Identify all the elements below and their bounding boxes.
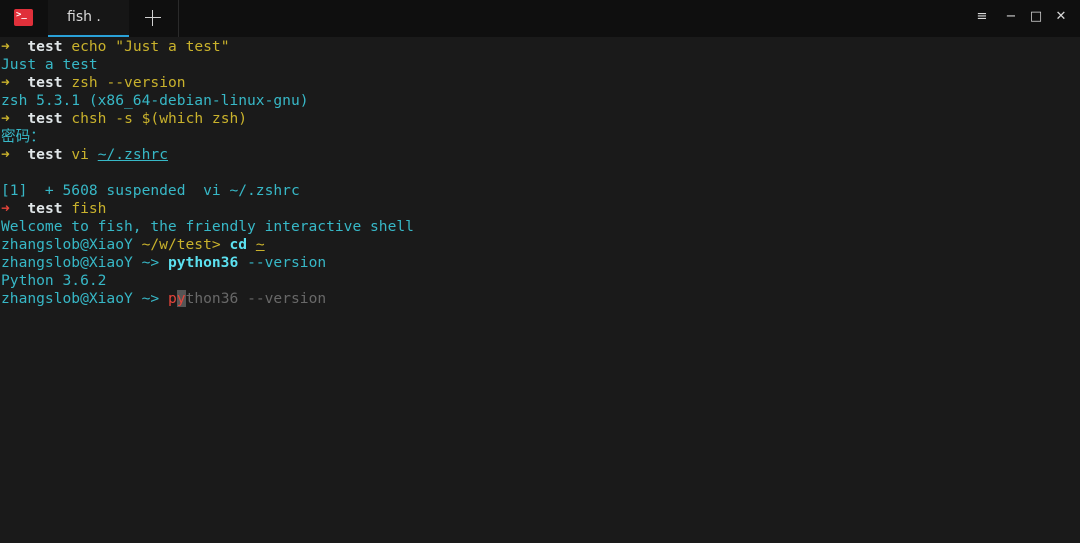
prompt-userhost: zhangslob@XiaoY <box>1 254 133 271</box>
command-args: -s $(which zsh) <box>115 110 248 127</box>
terminal-line-7: ➜ test vi ~/.zshrc <box>1 146 1080 164</box>
tab-fish[interactable]: fish . <box>48 0 129 37</box>
prompt-path: ~> <box>141 254 160 271</box>
prompt-userhost: zhangslob@XiaoY <box>1 290 133 307</box>
prompt-dir: test <box>27 74 63 91</box>
prompt-path: ~> <box>141 290 160 307</box>
typed-input: p <box>167 290 177 307</box>
terminal-line-2: Just a test <box>1 56 98 73</box>
command: chsh <box>71 110 107 127</box>
terminal-output[interactable]: ➜ test echo "Just a test" Just a test ➜ … <box>0 37 1080 543</box>
command: vi <box>71 146 89 163</box>
terminal-line-8 <box>1 164 1080 182</box>
terminal-line-13: zhangslob@XiaoY ~> python36 --version <box>1 254 1080 272</box>
terminal-line-12: zhangslob@XiaoY ~/w/test> cd ~ <box>1 236 1080 254</box>
terminal-line-6: 密码： <box>1 128 45 145</box>
command: fish <box>71 200 107 217</box>
minimize-icon[interactable]: − <box>1003 9 1019 25</box>
terminal-line-5: ➜ test chsh -s $(which zsh) <box>1 110 1080 128</box>
menu-icon[interactable]: ≡ <box>974 9 990 25</box>
terminal-line-14: Python 3.6.2 <box>1 272 107 289</box>
terminal-line-11: Welcome to fish, the friendly interactiv… <box>1 218 414 235</box>
command-path-arg: ~ <box>255 236 265 253</box>
terminal-line-4: zsh 5.3.1 (x86_64-debian-linux-gnu) <box>1 92 309 109</box>
tab-label: fish . <box>67 9 101 25</box>
prompt-dir: test <box>27 38 63 55</box>
prompt-arrow-icon: ➜ <box>1 74 10 91</box>
command: echo <box>71 38 107 55</box>
autosuggestion: thon36 --version <box>185 290 327 307</box>
terminal-icon[interactable]: >_ <box>14 9 33 26</box>
command: python36 <box>167 254 239 271</box>
tab-divider <box>178 0 179 37</box>
maximize-icon[interactable]: □ <box>1028 9 1044 25</box>
terminal-line-10: ➜ test fish <box>1 200 1080 218</box>
title-bar: >_ fish . ≡ − □ ✕ <box>0 0 1080 37</box>
prompt-dir: test <box>27 200 63 217</box>
prompt-arrow-icon: ➜ <box>1 38 10 55</box>
prompt-path: ~/w/test> <box>141 236 221 253</box>
command-args: --version <box>106 74 186 91</box>
prompt-arrow-icon: ➜ <box>1 146 10 163</box>
terminal-line-15[interactable]: zhangslob@XiaoY ~> python36 --version <box>1 290 1080 308</box>
prompt-arrow-icon: ➜ <box>1 200 10 217</box>
plus-icon[interactable] <box>143 8 163 28</box>
command-args: "Just a test" <box>115 38 230 55</box>
command: zsh <box>71 74 98 91</box>
prompt-dir: test <box>27 146 63 163</box>
text-cursor: y <box>176 290 186 307</box>
command-args: --version <box>247 254 327 271</box>
prompt-dir: test <box>27 110 63 127</box>
command-path-arg: ~/.zshrc <box>97 146 168 163</box>
close-icon[interactable]: ✕ <box>1053 9 1069 25</box>
prompt-userhost: zhangslob@XiaoY <box>1 236 133 253</box>
terminal-icon-glyph: >_ <box>16 10 27 20</box>
prompt-arrow-icon: ➜ <box>1 110 10 127</box>
command: cd <box>229 236 248 253</box>
terminal-line-1: ➜ test echo "Just a test" <box>1 38 1080 56</box>
terminal-line-3: ➜ test zsh --version <box>1 74 1080 92</box>
terminal-line-9: [1] + 5608 suspended vi ~/.zshrc <box>1 182 300 199</box>
